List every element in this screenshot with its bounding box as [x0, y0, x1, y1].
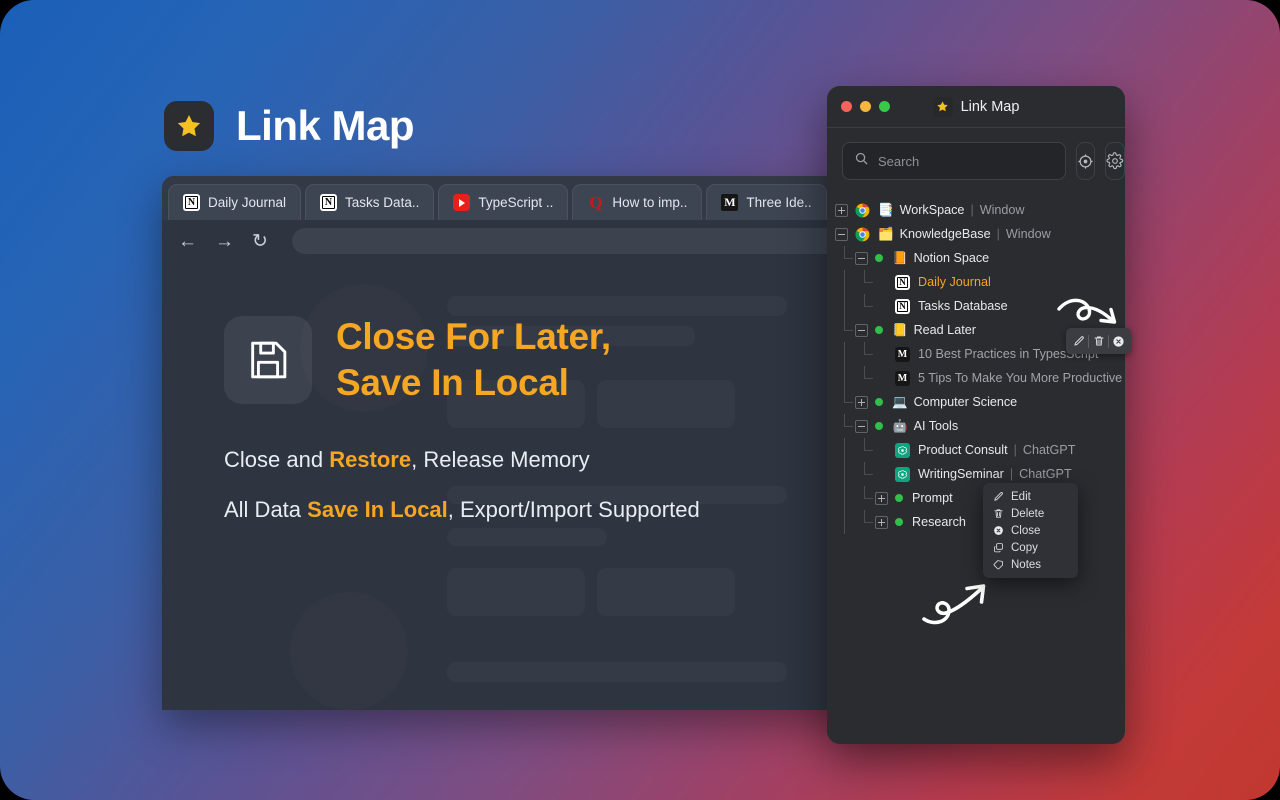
context-menu-label: Delete	[1011, 507, 1045, 520]
tree-node-meta: ChatGPT	[1022, 443, 1076, 457]
expand-toggle[interactable]	[835, 203, 848, 217]
settings-button[interactable]	[1105, 142, 1125, 180]
context-menu: Edit Delete Close Copy Notes	[983, 483, 1078, 578]
hero-title: Close For Later, Save In Local	[336, 314, 611, 405]
tag-icon	[992, 559, 1004, 571]
page-title: Link Map	[236, 102, 415, 149]
pencil-icon	[992, 491, 1004, 503]
context-menu-item[interactable]: Delete	[983, 505, 1078, 522]
browser-tab[interactable]: M Three Ide..	[706, 184, 827, 220]
app-stage: Link Map N Daily Journal N Tasks Data.. Type…	[0, 0, 1280, 800]
window-titlebar: Link Map	[827, 86, 1125, 128]
delete-icon[interactable]	[1089, 332, 1108, 351]
status-dot	[875, 254, 883, 262]
chrome-icon	[855, 203, 870, 218]
tree-node-label: WorkSpace	[899, 203, 965, 217]
skeleton-block	[597, 568, 735, 616]
skeleton-block	[447, 568, 585, 616]
hero-subtitle-1: Close and Restore, Release Memory	[224, 449, 952, 471]
window-controls	[841, 101, 890, 112]
back-button[interactable]: ←	[178, 232, 197, 251]
context-menu-label: Close	[1011, 524, 1041, 537]
browser-tab[interactable]: TypeScript ..	[438, 184, 569, 220]
context-menu-item[interactable]: Copy	[983, 539, 1078, 556]
context-menu-item[interactable]: Edit	[983, 488, 1078, 505]
node-emoji: 📑	[878, 202, 894, 217]
tree-node-label: KnowledgeBase	[899, 227, 991, 241]
x-circle-icon	[992, 525, 1004, 537]
search-box[interactable]	[842, 142, 1066, 180]
tab-label: Three Ide..	[746, 195, 812, 210]
context-menu-label: Edit	[1011, 490, 1031, 503]
reload-button[interactable]: ↻	[252, 232, 268, 251]
browser-tab[interactable]: Q How to imp..	[572, 184, 703, 220]
youtube-icon	[453, 194, 471, 211]
floppy-disk-icon	[224, 315, 312, 404]
tree-row[interactable]: 🗂️ KnowledgeBase | Window	[827, 222, 1125, 246]
tab-label: How to imp..	[612, 195, 688, 210]
node-emoji: 🗂️	[878, 226, 894, 241]
trash-icon	[992, 508, 1004, 520]
tree-node-meta: Window	[1005, 227, 1051, 241]
tree-node-meta: ChatGPT	[1019, 467, 1072, 481]
context-menu-item[interactable]: Notes	[983, 556, 1078, 573]
star-icon	[932, 96, 953, 117]
label-divider: |	[996, 227, 1000, 241]
context-menu-item[interactable]: Close	[983, 522, 1078, 539]
label-divider: |	[1009, 467, 1014, 481]
edit-icon[interactable]	[1069, 332, 1088, 351]
notion-icon: N	[320, 194, 338, 211]
quora-icon: Q	[589, 194, 603, 211]
context-menu-label: Notes	[1011, 558, 1042, 571]
browser-tab[interactable]: N Daily Journal	[168, 184, 302, 220]
label-divider: |	[970, 203, 974, 217]
hero-sub2-highlight: Save In Local	[307, 497, 448, 522]
notion-icon: N	[183, 194, 200, 211]
skeleton-block	[447, 528, 607, 546]
app-toolbar	[827, 128, 1125, 194]
tree-row[interactable]: 📑 WorkSpace | Window	[827, 198, 1125, 222]
hero-section: Close For Later, Save In Local Close and…	[162, 262, 952, 521]
tab-label: TypeScript ..	[478, 195, 554, 210]
hero-subtitle-2: All Data Save In Local, Export/Import Su…	[224, 499, 952, 521]
minimize-window-button[interactable]	[860, 101, 871, 112]
forward-button[interactable]: →	[215, 232, 234, 251]
chrome-icon	[855, 227, 870, 242]
hero-sub2-a: All Data	[224, 497, 308, 522]
hero-sub2-b: , Export/Import Supported	[447, 497, 700, 522]
skeleton-block	[447, 662, 787, 682]
locate-button[interactable]	[1076, 142, 1095, 180]
promo-header: Link Map	[164, 101, 415, 151]
hero-title-line1: Close For Later,	[336, 316, 611, 357]
context-menu-label: Copy	[1011, 541, 1038, 554]
hero-sub1-highlight: Restore	[329, 447, 412, 472]
hero-sub1-a: Close and	[224, 447, 330, 472]
maximize-window-button[interactable]	[879, 101, 890, 112]
tab-label: Daily Journal	[208, 195, 287, 210]
label-divider: |	[1013, 443, 1017, 457]
search-icon	[854, 151, 869, 171]
medium-icon: M	[721, 194, 739, 211]
copy-icon	[992, 542, 1004, 554]
hero-title-line2: Save In Local	[336, 361, 569, 403]
hero-sub1-b: , Release Memory	[411, 447, 590, 472]
window-title: Link Map	[960, 98, 1020, 115]
tree-node-meta: Window	[979, 203, 1025, 217]
browser-tab[interactable]: N Tasks Data..	[305, 184, 435, 220]
search-input[interactable]	[878, 153, 1054, 169]
tab-label: Tasks Data..	[345, 195, 420, 210]
close-icon[interactable]	[1109, 332, 1128, 351]
collapse-toggle[interactable]	[835, 227, 848, 241]
close-window-button[interactable]	[841, 101, 852, 112]
star-icon	[164, 101, 214, 151]
decor-blob	[290, 592, 408, 710]
node-hover-toolbar	[1066, 328, 1131, 354]
